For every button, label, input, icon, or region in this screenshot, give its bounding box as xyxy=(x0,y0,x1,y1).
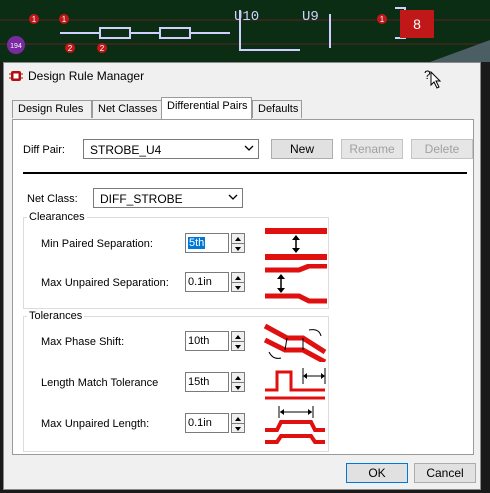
tab-net-classes[interactable]: Net Classes xyxy=(92,100,162,118)
chip-icon xyxy=(9,71,23,81)
mouse-cursor-icon xyxy=(430,71,442,89)
chevron-up-icon xyxy=(235,417,241,421)
chevron-down-icon xyxy=(235,345,241,349)
chevron-up-icon xyxy=(235,335,241,339)
min-paired-separation-stepper[interactable]: 5th xyxy=(185,233,245,253)
min-paired-separation-diagram-icon xyxy=(265,228,327,260)
pin-label: 1 xyxy=(32,15,37,24)
chevron-down-icon xyxy=(235,286,241,290)
pin-label: 1 xyxy=(62,15,67,24)
net-class-select[interactable]: DIFF_STROBE xyxy=(93,188,243,208)
spin-buttons[interactable] xyxy=(231,413,245,433)
pin-label: 8 xyxy=(413,16,421,32)
max-unpaired-separation-diagram-icon xyxy=(265,264,327,304)
max-unpaired-separation-input[interactable]: 0.1in xyxy=(185,272,229,292)
pin-label: 194 xyxy=(10,43,22,50)
spin-buttons[interactable] xyxy=(231,272,245,292)
length-match-tolerance-input[interactable]: 15th xyxy=(185,372,229,392)
max-unpaired-separation-label: Max Unpaired Separation: xyxy=(41,277,169,289)
diff-pair-select[interactable]: STROBE_U4 xyxy=(83,139,259,159)
spin-down-button[interactable] xyxy=(232,282,244,292)
max-unpaired-length-value: 0.1in xyxy=(188,417,212,429)
max-phase-shift-stepper[interactable]: 10th xyxy=(185,331,245,351)
diff-pair-label: Diff Pair: xyxy=(23,144,65,156)
silk-label: U10 xyxy=(234,9,259,25)
pcb-artwork: 1 1 2 2 1 194 8 U10 U9 xyxy=(0,0,490,62)
title-bar: Design Rule Manager ? xyxy=(4,63,480,89)
design-rule-manager-dialog: Design Rule Manager ? Design Rules Net C… xyxy=(3,62,481,490)
spin-down-button[interactable] xyxy=(232,382,244,392)
pin-label: 1 xyxy=(380,15,385,24)
max-unpaired-length-diagram-icon xyxy=(265,406,325,444)
chevron-down-icon xyxy=(235,247,241,251)
separator-line xyxy=(23,172,467,174)
tab-label: Design Rules xyxy=(18,103,84,115)
tolerances-title: Tolerances xyxy=(27,310,85,322)
pcb-background: 1 1 2 2 1 194 8 U10 U9 xyxy=(0,0,490,62)
tab-design-rules[interactable]: Design Rules xyxy=(12,100,92,118)
length-match-tolerance-value: 15th xyxy=(188,376,210,388)
chevron-down-icon xyxy=(235,427,241,431)
pin-label: 2 xyxy=(68,44,73,53)
tab-defaults[interactable]: Defaults xyxy=(252,100,302,118)
max-unpaired-length-input[interactable]: 0.1in xyxy=(185,413,229,433)
window-title: Design Rule Manager xyxy=(28,69,145,83)
chevron-down-icon xyxy=(228,194,238,200)
pin-label: 2 xyxy=(100,44,105,53)
min-paired-separation-value: 5th xyxy=(188,237,206,249)
spin-buttons[interactable] xyxy=(231,233,245,253)
chevron-down-icon xyxy=(244,145,254,151)
spin-up-button[interactable] xyxy=(232,373,244,382)
delete-button[interactable]: Delete xyxy=(411,139,473,159)
silk-label: U9 xyxy=(302,9,319,25)
chevron-up-icon xyxy=(235,276,241,280)
spin-up-button[interactable] xyxy=(232,332,244,341)
spin-buttons[interactable] xyxy=(231,331,245,351)
max-unpaired-separation-stepper[interactable]: 0.1in xyxy=(185,272,245,292)
tab-label: Differential Pairs xyxy=(167,100,248,112)
tab-label: Net Classes xyxy=(98,103,158,115)
spin-down-button[interactable] xyxy=(232,341,244,351)
max-unpaired-separation-value: 0.1in xyxy=(188,276,212,288)
max-phase-shift-label: Max Phase Shift: xyxy=(41,336,125,348)
chevron-down-icon xyxy=(235,386,241,390)
spin-up-button[interactable] xyxy=(232,234,244,243)
min-paired-separation-label: Min Paired Separation: xyxy=(41,238,153,250)
ok-button[interactable]: OK xyxy=(346,463,408,483)
min-paired-separation-input[interactable]: 5th xyxy=(185,233,229,253)
clearances-title: Clearances xyxy=(27,211,87,223)
spin-up-button[interactable] xyxy=(232,273,244,282)
differential-pairs-panel: Diff Pair: STROBE_U4 New Rename Delete N… xyxy=(12,119,474,455)
spin-down-button[interactable] xyxy=(232,423,244,433)
max-phase-shift-value: 10th xyxy=(188,335,210,347)
max-unpaired-length-label: Max Unpaired Length: xyxy=(41,418,150,430)
length-match-tolerance-diagram-icon xyxy=(265,368,326,400)
length-match-tolerance-stepper[interactable]: 15th xyxy=(185,372,245,392)
length-match-tolerance-label: Length Match Tolerance xyxy=(41,377,159,389)
spin-buttons[interactable] xyxy=(231,372,245,392)
max-phase-shift-input[interactable]: 10th xyxy=(185,331,229,351)
cancel-button[interactable]: Cancel xyxy=(414,463,476,483)
max-unpaired-length-stepper[interactable]: 0.1in xyxy=(185,413,245,433)
spin-up-button[interactable] xyxy=(232,414,244,423)
net-class-value: DIFF_STROBE xyxy=(100,192,183,206)
max-phase-shift-diagram-icon xyxy=(263,323,327,362)
rename-button[interactable]: Rename xyxy=(341,139,403,159)
net-class-label: Net Class: xyxy=(27,193,78,205)
tab-differential-pairs[interactable]: Differential Pairs xyxy=(161,97,252,119)
new-button[interactable]: New xyxy=(271,139,333,159)
chevron-up-icon xyxy=(235,237,241,241)
spin-down-button[interactable] xyxy=(232,243,244,253)
chevron-up-icon xyxy=(235,376,241,380)
tab-label: Defaults xyxy=(258,103,299,115)
diff-pair-value: STROBE_U4 xyxy=(90,143,162,157)
